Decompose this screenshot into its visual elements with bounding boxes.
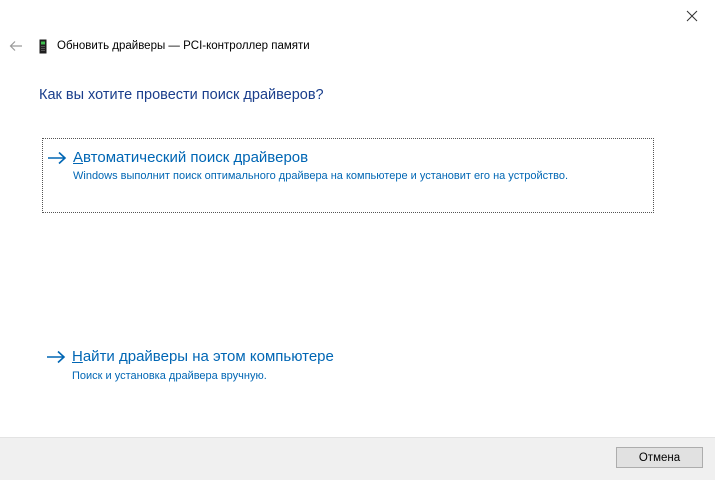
right-arrow-icon (48, 151, 67, 164)
cancel-button[interactable]: Отмена (616, 447, 703, 468)
auto-search-description: Windows выполнит поиск оптимального драй… (73, 170, 569, 182)
browse-computer-description: Поиск и установка драйвера вручную. (72, 370, 267, 382)
page-heading: Как вы хотите провести поиск драйверов? (39, 87, 324, 103)
browse-computer-title: Найти драйверы на этом компьютере (72, 348, 334, 365)
footer-bar: Отмена (0, 437, 715, 480)
browse-computer-option[interactable]: Найти драйверы на этом компьютере Поиск … (42, 343, 654, 393)
window-title: Обновить драйверы — PCI-контроллер памят… (57, 40, 310, 52)
back-arrow-icon (9, 41, 22, 51)
right-arrow-icon (47, 350, 66, 363)
close-icon (686, 10, 698, 22)
device-chip-icon (39, 39, 47, 53)
auto-search-title: Автоматический поиск драйверов (73, 149, 309, 166)
back-button[interactable] (4, 34, 28, 58)
auto-search-option[interactable]: Автоматический поиск драйверов Windows в… (42, 138, 654, 213)
close-button[interactable] (669, 0, 715, 32)
window-title-bar: Обновить драйверы — PCI-контроллер памят… (38, 37, 310, 55)
